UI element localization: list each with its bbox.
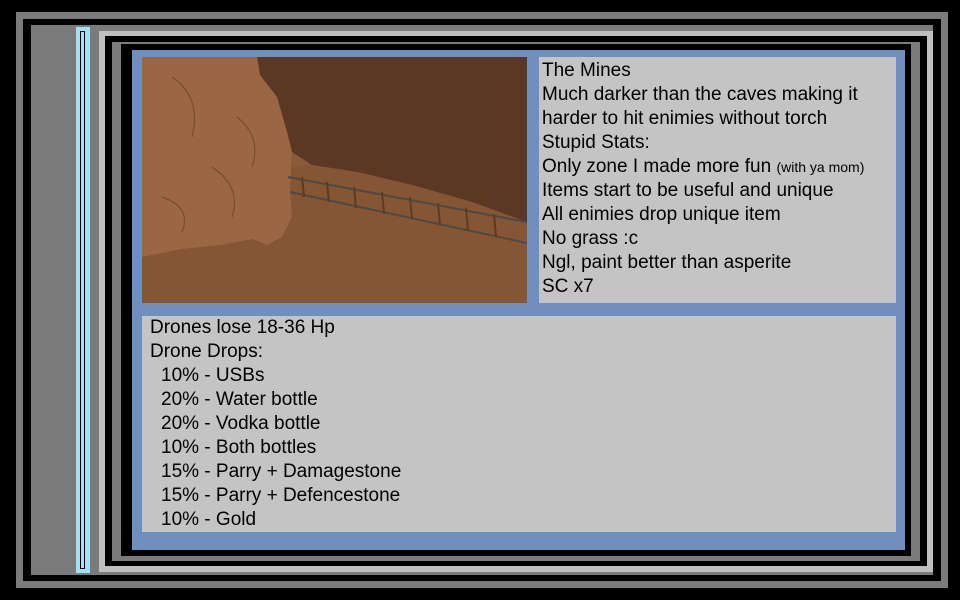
stat-line: No grass :c — [542, 228, 639, 249]
drops-panel: Drones lose 18-36 Hp Drone Drops: 10% - … — [142, 316, 896, 532]
stat-note: (with ya mom) — [776, 159, 865, 175]
drop-item: 10% - Gold — [161, 509, 257, 530]
drop-item: 15% - Parry + Defencestone — [161, 485, 401, 506]
drops-header: Drone Drops: — [150, 341, 263, 362]
stat-line: Only zone I made more fun (with ya mom) — [542, 155, 896, 179]
drop-item: 10% - Both bottles — [161, 437, 317, 458]
drop-item: 20% - Vodka bottle — [161, 413, 321, 434]
stat-line: All enimies drop unique item — [542, 204, 781, 225]
stats-header: Stupid Stats: — [542, 132, 650, 153]
stat-line: Ngl, paint better than asperite — [542, 252, 792, 273]
left-side-panel — [31, 25, 76, 575]
scrollbar-thumb[interactable] — [81, 32, 84, 568]
stat-line: SC x7 — [542, 276, 594, 297]
zone-description-line: harder to hit enimies without torch — [542, 108, 828, 129]
stat-line: Items start to be useful and unique — [542, 180, 834, 201]
stat-text: Only zone I made more fun — [542, 156, 772, 177]
zone-info-panel: The Mines Much darker than the caves mak… — [539, 57, 896, 303]
drop-item: 20% - Water bottle — [161, 389, 318, 410]
mines-scene-drawing — [142, 57, 527, 303]
drone-hp-line: Drones lose 18-36 Hp — [150, 317, 335, 338]
zone-title: The Mines — [542, 60, 631, 81]
drop-item: 10% - USBs — [161, 365, 265, 386]
mines-zone-image — [142, 57, 527, 303]
zone-description-line: Much darker than the caves making it — [542, 84, 858, 105]
drop-item: 15% - Parry + Damagestone — [161, 461, 402, 482]
